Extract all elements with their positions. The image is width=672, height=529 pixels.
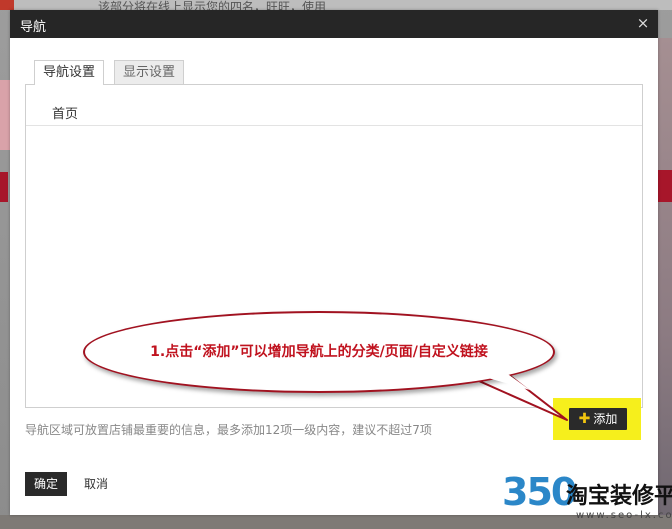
add-button[interactable]: ✚ 添加: [569, 408, 627, 430]
confirm-button[interactable]: 确定: [25, 472, 67, 496]
watermark-logo: 350 淘宝装修平台 www.seo-lx.com: [498, 470, 672, 529]
background-right-image: [658, 38, 672, 529]
watermark-text: 淘宝装修平台: [566, 484, 672, 509]
callout-text: 1.点击“添加”可以增加导航上的分类/页面/自定义链接: [150, 344, 488, 360]
nav-list-row: 首页: [26, 85, 642, 126]
cancel-button[interactable]: 取消: [76, 472, 116, 496]
annotation-callout: 1.点击“添加”可以增加导航上的分类/页面/自定义链接: [83, 311, 555, 393]
dialog-header: 导航 ×: [10, 10, 658, 38]
tab-nav-settings[interactable]: 导航设置: [34, 60, 105, 85]
add-button-label: 添加: [593, 412, 618, 426]
background-right-red-bar: [658, 170, 672, 202]
background-top-bar: 该部分将在线上显示您的四名，旺旺，使用: [0, 0, 672, 14]
nav-item-home[interactable]: 首页: [52, 103, 78, 122]
background-left-red-bar: [0, 172, 8, 202]
plus-icon: ✚: [578, 411, 591, 427]
page: 该部分将在线上显示您的四名，旺旺，使用 导航 × 导航设置 显示设置 首页 导航…: [0, 0, 672, 529]
close-icon[interactable]: ×: [636, 15, 650, 31]
background-logo: [0, 0, 14, 10]
nav-hint-text: 导航区域可放置店铺最重要的信息，最多添加12项一级内容，建议不超过7项: [25, 423, 432, 437]
tab-display-settings[interactable]: 显示设置: [114, 60, 185, 84]
watermark-url: www.seo-lx.com: [576, 510, 672, 521]
dialog-title: 导航: [20, 20, 47, 35]
watermark-number: 350: [502, 470, 577, 514]
background-left-banner: [0, 80, 10, 150]
